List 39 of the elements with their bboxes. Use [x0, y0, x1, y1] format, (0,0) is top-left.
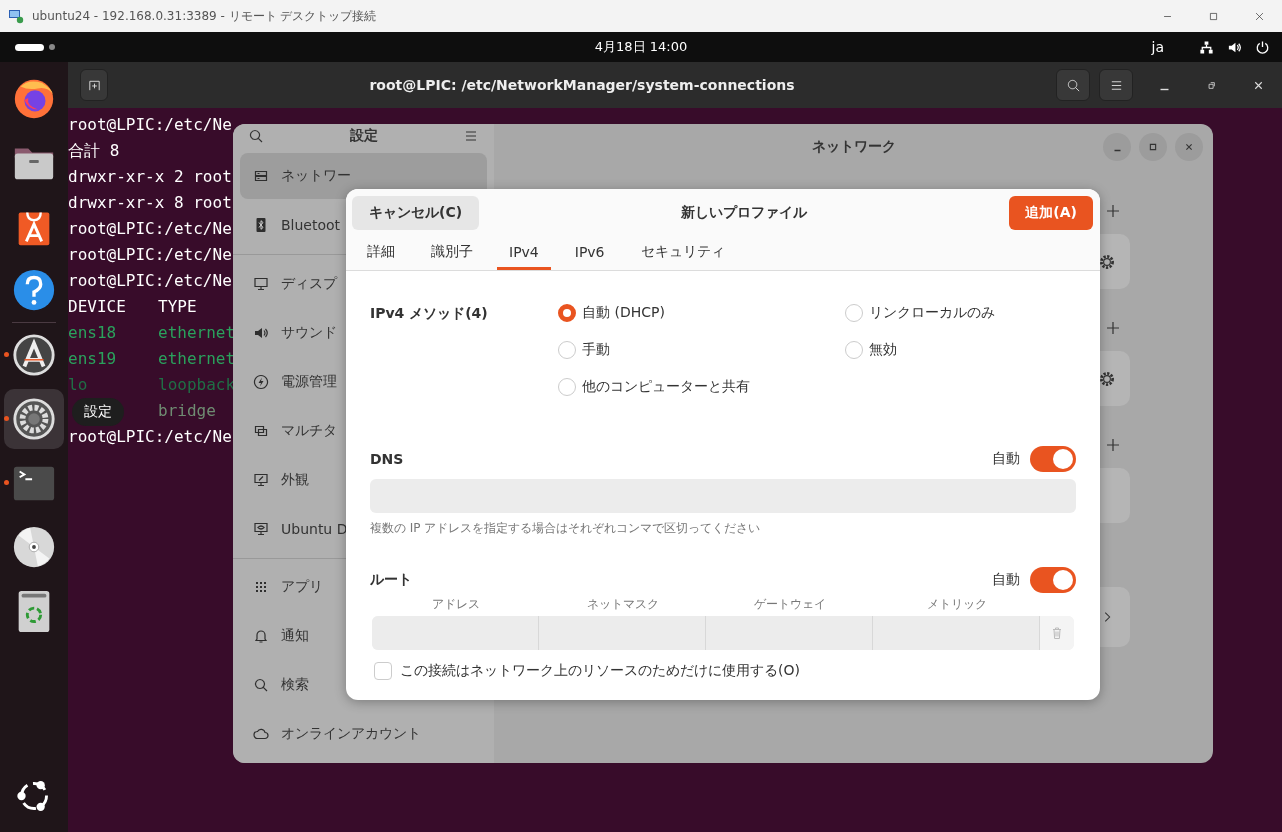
section-label: ルート: [370, 571, 413, 589]
sidebar-title: 設定: [349, 126, 378, 145]
page-title: ネットワーク: [811, 138, 896, 156]
terminal-line: root@LPIC:/etc/Ne: [68, 426, 232, 448]
terminal-cell-text: ethernet: [158, 348, 236, 370]
option-label: 無効: [869, 341, 897, 359]
terminal-cell-text: TYPE: [158, 296, 197, 318]
column-header: アドレス: [430, 596, 481, 613]
terminal-line: 合計 8: [68, 140, 120, 162]
option-label: 他のコンピューターと共有: [582, 378, 750, 396]
hint-text: 複数の IP アドレスを指定する場合はそれぞれコンマで区切ってください: [370, 520, 762, 537]
terminal-cell-text: bridge: [158, 400, 216, 422]
terminal-line: drwxr-xr-x 2 root: [68, 166, 232, 188]
terminal-line: root@LPIC:/etc/Ne: [68, 218, 232, 240]
window-title: ubuntu24 - 192.168.0.31:3389 - リモート デスクトップ接続: [32, 7, 378, 25]
terminal-line: root@LPIC:/etc/Ne: [68, 114, 232, 136]
column-header: ゲートウェイ: [752, 596, 827, 613]
terminal-line: root@LPIC:/etc/Ne: [68, 270, 232, 292]
terminal-cell-text: loopback: [158, 374, 236, 396]
option-label: 自動 (DHCP): [582, 304, 665, 322]
terminal-line: drwxr-xr-x 8 root: [68, 192, 232, 214]
terminal-title: root@LPIC: /etc/NetworkManager/system-connections: [368, 77, 796, 93]
terminal-line: root@LPIC:/etc/Ne: [68, 244, 232, 266]
checkbox-label: この接続はネットワーク上のリソースのためだけに使用する(O): [400, 662, 800, 680]
column-header: メトリック: [925, 596, 988, 613]
terminal-cell: ens19: [68, 349, 117, 368]
terminal-cell-text: ethernet: [158, 322, 236, 344]
section-label: DNS: [370, 451, 405, 467]
toggle-label: 自動: [992, 450, 1020, 468]
option-label: リンクローカルのみ: [869, 304, 995, 322]
option-label: 手動: [582, 341, 610, 359]
terminal-cell: DEVICE: [68, 297, 126, 316]
tooltip: 設定: [72, 398, 124, 426]
toggle-label: 自動: [992, 571, 1020, 589]
terminal-cell: ens18: [68, 323, 117, 342]
dialog-title: 新しいプロファイル: [680, 203, 809, 222]
section-label: IPv4 メソッド(4): [370, 304, 489, 323]
column-header: ネットマスク: [585, 596, 660, 613]
terminal-cell: lo: [68, 375, 88, 394]
